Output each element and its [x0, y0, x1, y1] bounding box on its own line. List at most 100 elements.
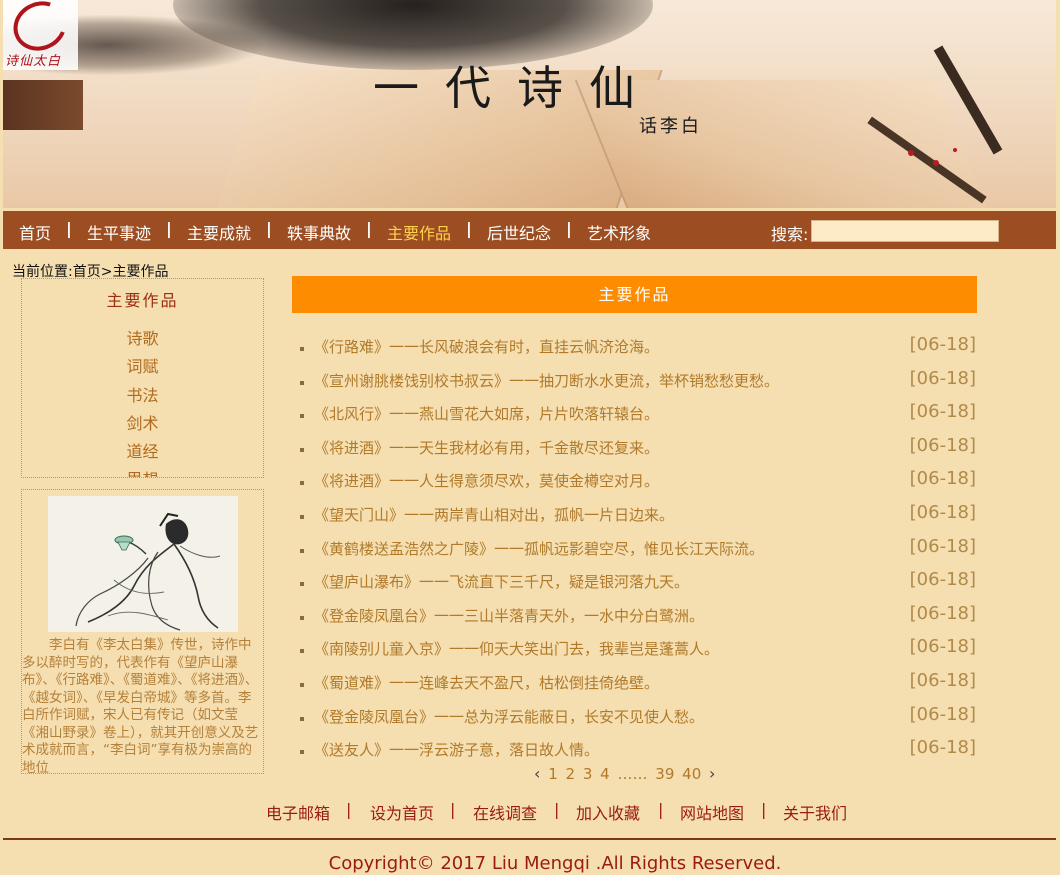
work-list-item: 《登金陵凤凰台》一一总为浮云能蔽日，长安不见使人愁。 [06-18]	[298, 704, 978, 728]
footer-link-survey[interactable]: 在线调查	[473, 800, 537, 824]
work-list-item: 《送友人》一一浮云游子意，落日故人情。 [06-18]	[298, 737, 978, 761]
sidebar-item-poetry[interactable]: 诗歌	[22, 325, 263, 349]
sidebar-item-ci-fu[interactable]: 词赋	[22, 353, 263, 377]
site-subtitle: 话李白	[639, 116, 702, 137]
nav-item-art-image[interactable]: 艺术形象	[587, 220, 651, 244]
footer-link-sitemap[interactable]: 网站地图	[680, 800, 744, 824]
work-list-item: 《蜀道难》一一连峰去天不盈尺，枯松倒挂倚绝壁。 [06-18]	[298, 670, 978, 694]
footer-link-set-homepage[interactable]: 设为首页	[370, 800, 434, 824]
li-bai-portrait-illustration	[48, 496, 238, 632]
footer-divider	[3, 838, 1056, 840]
pager-page-1[interactable]: 1	[548, 765, 558, 783]
bullet-icon	[300, 582, 304, 586]
work-date: [06-18]	[909, 401, 976, 422]
work-title-link[interactable]: 《黄鹤楼送孟浩然之广陵》一一孤帆远影碧空尽，惟见长江天际流。	[314, 538, 764, 559]
work-date: [06-18]	[909, 334, 976, 355]
main-nav: 首页 | 生平事迹 | 主要成就 | 轶事典故 | 主要作品 | 后世纪念 | …	[3, 211, 1056, 249]
work-date: [06-18]	[909, 603, 976, 624]
sidebar-item-swordsmanship[interactable]: 剑术	[22, 410, 263, 434]
sidebar-item-taoism[interactable]: 道经	[22, 438, 263, 462]
sidebar-heading: 主要作品	[106, 291, 179, 310]
bullet-icon	[300, 616, 304, 620]
sidebar-description: 李白有《李太白集》传世，诗作中多以醉时写的，代表作有《望庐山瀑布》、《行路难》、…	[22, 637, 259, 774]
footer-link-email[interactable]: 电子邮箱	[266, 800, 330, 824]
footer-link-bookmark[interactable]: 加入收藏	[576, 800, 640, 824]
nav-item-anecdotes[interactable]: 轶事典故	[287, 220, 351, 244]
work-title-link[interactable]: 《南陵别儿童入京》一一仰天大笑出门去，我辈岂是蓬蒿人。	[314, 638, 719, 659]
site-banner: 诗仙太白 一代诗仙 话李白	[3, 0, 1056, 208]
work-list-item: 《宣州谢朓楼饯别校书叔云》一一抽刀断水水更流，举杯销愁愁更愁。 [06-18]	[298, 368, 978, 392]
nav-separator: |	[266, 219, 272, 238]
sidebar-menu: 主要作品 诗歌 词赋 书法 剑术 道经 思想	[21, 278, 264, 478]
site-logo[interactable]: 诗仙太白	[3, 0, 78, 70]
pager-page-40[interactable]: 40	[682, 765, 701, 783]
work-list-item: 《行路难》一一长风破浪会有时，直挂云帆济沧海。 [06-18]	[298, 334, 978, 358]
work-date: [06-18]	[909, 468, 976, 489]
works-list-header: 主要作品	[292, 276, 977, 313]
copyright-text: Copyright© 2017 Liu Mengqi .All Rights R…	[328, 853, 782, 874]
pager-prev-button[interactable]: ‹	[534, 764, 540, 783]
work-title-link[interactable]: 《行路难》一一长风破浪会有时，直挂云帆济沧海。	[314, 336, 659, 357]
nav-separator: |	[466, 219, 472, 238]
bullet-icon	[300, 481, 304, 485]
nav-item-achievements[interactable]: 主要成就	[187, 220, 251, 244]
work-date: [06-18]	[909, 435, 976, 456]
nav-item-biography[interactable]: 生平事迹	[87, 220, 151, 244]
footer-separator: |	[761, 800, 767, 819]
footer-link-about[interactable]: 关于我们	[783, 800, 847, 824]
work-title-link[interactable]: 《蜀道难》一一连峰去天不盈尺，枯松倒挂倚绝壁。	[314, 672, 659, 693]
work-list-item: 《将进酒》一一人生得意须尽欢，莫使金樽空对月。 [06-18]	[298, 468, 978, 492]
work-title-link[interactable]: 《将进酒》一一天生我材必有用，千金散尽还复来。	[314, 437, 659, 458]
li-bai-portrait	[48, 496, 238, 632]
logo-text: 诗仙太白	[5, 54, 62, 69]
work-title-link[interactable]: 《北风行》一一燕山雪花大如席，片片吹落轩辕台。	[314, 403, 659, 424]
work-list-item: 《将进酒》一一天生我材必有用，千金散尽还复来。 [06-18]	[298, 435, 978, 459]
bullet-icon	[300, 649, 304, 653]
nav-item-works[interactable]: 主要作品	[387, 220, 451, 244]
sidebar-item-calligraphy[interactable]: 书法	[22, 382, 263, 406]
bullet-icon	[300, 515, 304, 519]
work-date: [06-18]	[909, 569, 976, 590]
nav-separator: |	[566, 219, 572, 238]
work-title-link[interactable]: 《将进酒》一一人生得意须尽欢，莫使金樽空对月。	[314, 470, 659, 491]
footer-separator: |	[450, 800, 456, 819]
bullet-icon	[300, 717, 304, 721]
pagination: ‹ 1 2 3 4 …… 39 40 ›	[534, 764, 718, 783]
pager-page-2[interactable]: 2	[566, 765, 576, 783]
nav-item-memorials[interactable]: 后世纪念	[487, 220, 551, 244]
nav-separator: |	[66, 219, 72, 238]
work-list-item: 《登金陵凤凰台》一一三山半落青天外，一水中分白鹭洲。 [06-18]	[298, 603, 978, 627]
work-list-item: 《南陵别儿童入京》一一仰天大笑出门去，我辈岂是蓬蒿人。 [06-18]	[298, 636, 978, 660]
pager-page-3[interactable]: 3	[583, 765, 593, 783]
pager-ellipsis: ……	[617, 765, 648, 783]
work-date: [06-18]	[909, 737, 976, 758]
sidebar-profile-card: 李白有《李太白集》传世，诗作中多以醉时写的，代表作有《望庐山瀑布》、《行路难》、…	[21, 489, 264, 774]
sidebar-item-thought[interactable]: 思想	[22, 466, 263, 477]
work-title-link[interactable]: 《宣州谢朓楼饯别校书叔云》一一抽刀断水水更流，举杯销愁愁更愁。	[314, 370, 779, 391]
search-label: 搜索:	[771, 225, 809, 244]
work-title-link[interactable]: 《望天门山》一一两岸青山相对出，孤帆一片日边来。	[314, 504, 674, 525]
work-title-link[interactable]: 《登金陵凤凰台》一一总为浮云能蔽日，长安不见使人愁。	[314, 706, 704, 727]
bullet-icon	[300, 347, 304, 351]
work-list-item: 《黄鹤楼送孟浩然之广陵》一一孤帆远影碧空尽，惟见长江天际流。 [06-18]	[298, 536, 978, 560]
pager-page-4[interactable]: 4	[600, 765, 610, 783]
footer-separator: |	[658, 800, 664, 819]
nav-item-home[interactable]: 首页	[19, 220, 51, 244]
search-input[interactable]	[811, 220, 999, 242]
bullet-icon	[300, 448, 304, 452]
bullet-icon	[300, 414, 304, 418]
work-title-link[interactable]: 《望庐山瀑布》一一飞流直下三千尺，疑是银河落九天。	[314, 571, 689, 592]
work-date: [06-18]	[909, 636, 976, 657]
banner-ink-dot	[908, 150, 914, 156]
work-date: [06-18]	[909, 536, 976, 557]
banner-ink-dot	[953, 148, 957, 152]
bullet-icon	[300, 750, 304, 754]
pager-page-39[interactable]: 39	[655, 765, 674, 783]
bullet-icon	[300, 549, 304, 553]
pager-next-button[interactable]: ›	[709, 764, 715, 783]
work-title-link[interactable]: 《登金陵凤凰台》一一三山半落青天外，一水中分白鹭洲。	[314, 605, 704, 626]
work-list-item: 《北风行》一一燕山雪花大如席，片片吹落轩辕台。 [06-18]	[298, 401, 978, 425]
work-date: [06-18]	[909, 704, 976, 725]
work-title-link[interactable]: 《送友人》一一浮云游子意，落日故人情。	[314, 739, 599, 760]
work-date: [06-18]	[909, 502, 976, 523]
